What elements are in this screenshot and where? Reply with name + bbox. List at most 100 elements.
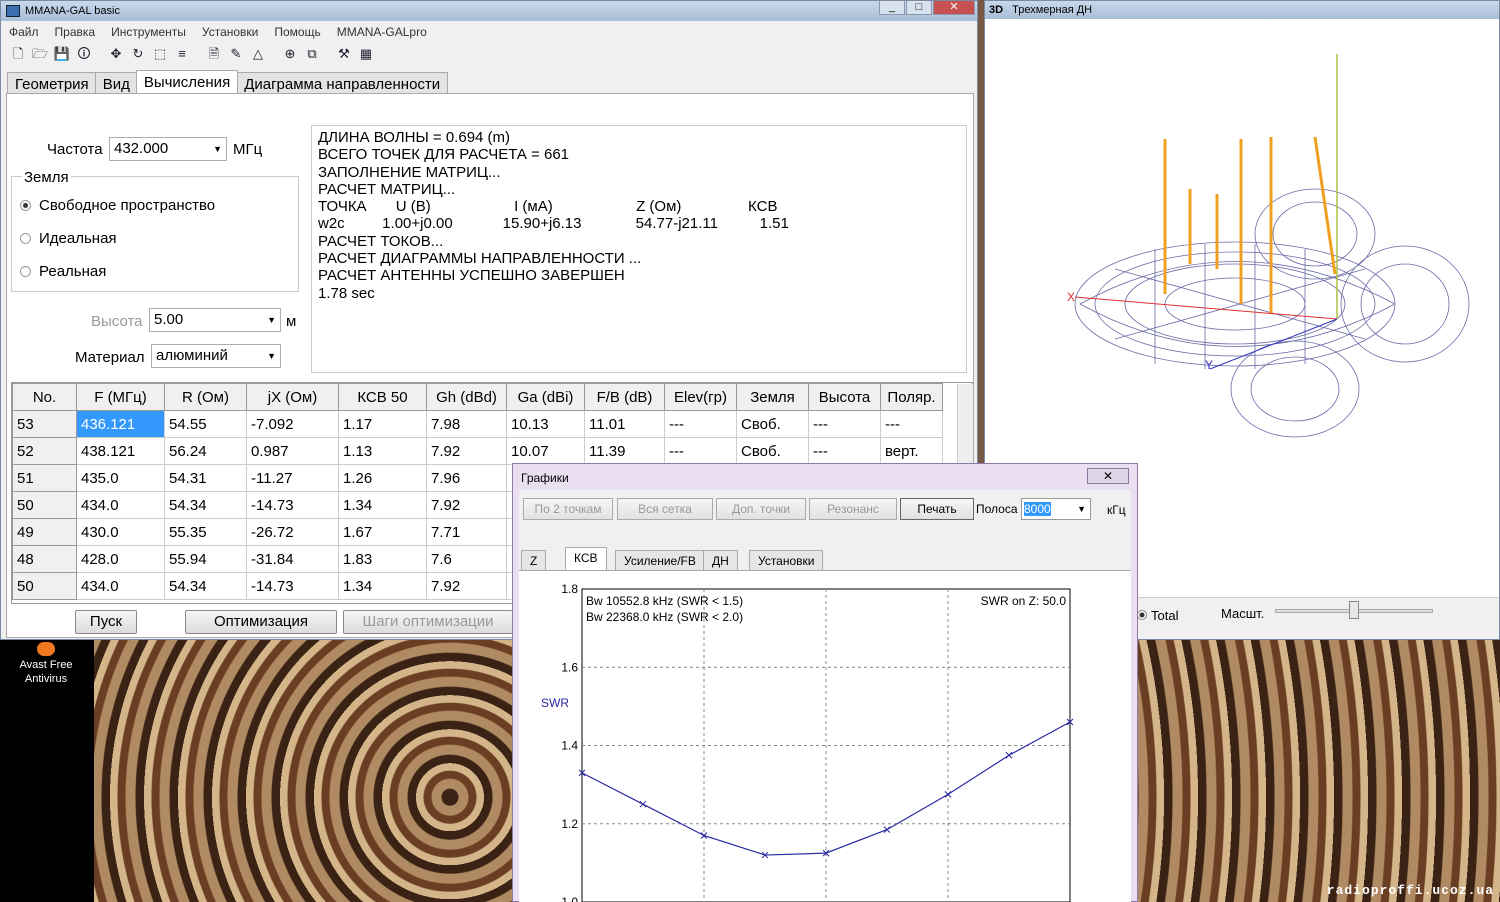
table-cell[interactable]: ---	[664, 437, 737, 465]
table-cell[interactable]: 7.92	[426, 437, 507, 465]
table-cell[interactable]: 53	[12, 410, 77, 438]
menu-pro[interactable]: MMANA-GALpro	[329, 21, 435, 43]
tab-settings[interactable]: Установки	[749, 550, 824, 570]
menu-settings[interactable]: Установки	[194, 21, 266, 43]
table-cell[interactable]: 54.34	[164, 491, 247, 519]
table-cell[interactable]: 50	[12, 491, 77, 519]
table-cell[interactable]: 1.17	[338, 410, 427, 438]
table-cell[interactable]: 55.35	[164, 518, 247, 546]
table-cell[interactable]: 7.92	[426, 572, 507, 600]
triangle-icon[interactable]: △	[249, 45, 267, 63]
table-cell[interactable]: ---	[880, 410, 943, 438]
freq-input[interactable]: 432.000 ▼	[109, 137, 227, 161]
column-header[interactable]: No.	[12, 383, 77, 411]
table-cell[interactable]: -14.73	[246, 572, 339, 600]
table-cell[interactable]: Своб.	[736, 437, 809, 465]
column-header[interactable]: R (Ом)	[164, 383, 247, 411]
rotate-icon[interactable]: ↻	[129, 45, 147, 63]
column-header[interactable]: Elev(гр)	[664, 383, 737, 411]
maximize-button[interactable]: □	[906, 1, 932, 15]
grid-icon[interactable]: ≡	[173, 45, 191, 63]
table-cell[interactable]: 10.07	[506, 437, 585, 465]
table-cell[interactable]: 54.31	[164, 464, 247, 492]
column-header[interactable]: jX (Ом)	[246, 383, 339, 411]
table-cell[interactable]: 49	[12, 518, 77, 546]
column-header[interactable]: F (МГц)	[76, 383, 165, 411]
table-cell[interactable]: 7.6	[426, 545, 507, 573]
table-cell[interactable]: 435.0	[76, 464, 165, 492]
table-cell[interactable]: -14.73	[246, 491, 339, 519]
table-cell[interactable]: 436.121	[76, 410, 165, 438]
menu-file[interactable]: Файл	[1, 21, 47, 43]
two-points-button[interactable]: По 2 точкам	[523, 498, 613, 520]
table-cell[interactable]: 55.94	[164, 545, 247, 573]
table-cell[interactable]: 52	[12, 437, 77, 465]
table-cell[interactable]: 434.0	[76, 491, 165, 519]
resonance-button[interactable]: Резонанс	[809, 498, 897, 520]
table-cell[interactable]: ---	[664, 410, 737, 438]
column-header[interactable]: Поляр.	[880, 383, 943, 411]
table-cell[interactable]: 428.0	[76, 545, 165, 573]
info-icon[interactable]: 🛈	[75, 45, 93, 63]
table-cell[interactable]: 10.13	[506, 410, 585, 438]
table-cell[interactable]: 50	[12, 572, 77, 600]
target-icon[interactable]: ⊕	[281, 45, 299, 63]
menu-edit[interactable]: Правка	[47, 21, 104, 43]
graphs-titlebar[interactable]: Графики	[513, 464, 1137, 490]
table-cell[interactable]: 438.121	[76, 437, 165, 465]
table-cell[interactable]: 56.24	[164, 437, 247, 465]
table-cell[interactable]: 7.96	[426, 464, 507, 492]
radio-perfect[interactable]: Идеальная	[20, 230, 117, 247]
select-icon[interactable]: ⬚	[151, 45, 169, 63]
minimize-button[interactable]: _	[879, 1, 905, 15]
band-input[interactable]: 8000 ▼	[1021, 498, 1091, 520]
column-header[interactable]: КСВ 50	[338, 383, 427, 411]
close-button[interactable]: ✕	[933, 1, 975, 15]
new-file-icon[interactable]: 🗋	[9, 45, 27, 63]
copy-icon[interactable]: ⧉	[303, 45, 321, 63]
table-cell[interactable]: 1.26	[338, 464, 427, 492]
tab-geometry[interactable]: Геометрия	[7, 72, 97, 95]
menu-help[interactable]: Помощь	[266, 21, 328, 43]
table-cell[interactable]: 1.34	[338, 491, 427, 519]
table-cell[interactable]: 7.71	[426, 518, 507, 546]
column-header[interactable]: Высота	[808, 383, 881, 411]
table-cell[interactable]: 11.01	[584, 410, 665, 438]
column-header[interactable]: Gh (dBd)	[426, 383, 507, 411]
column-header[interactable]: Ga (dBi)	[506, 383, 585, 411]
calculator-icon[interactable]: ▦	[357, 45, 375, 63]
open-folder-icon[interactable]: 🗁	[31, 45, 49, 63]
optimization-steps-button[interactable]: Шаги оптимизации	[343, 610, 513, 634]
run-button[interactable]: Пуск	[75, 610, 137, 634]
table-row[interactable]: 53 436.121 54.55 -7.092 1.17 7.98 10.13 11.01 --…	[12, 410, 943, 438]
extra-points-button[interactable]: Доп. точки	[716, 498, 806, 520]
window-3d-titlebar[interactable]: 3D Трехмерная ДН	[985, 1, 1499, 19]
table-row[interactable]: 52 438.121 56.24 0.987 1.13 7.92 10.07 11.39 ---…	[12, 437, 943, 465]
table-cell[interactable]: -31.84	[246, 545, 339, 573]
main-titlebar[interactable]: MMANA-GAL basic _ □ ✕	[1, 1, 977, 21]
table-cell[interactable]: 0.987	[246, 437, 339, 465]
table-cell[interactable]: 434.0	[76, 572, 165, 600]
table-cell[interactable]: 1.83	[338, 545, 427, 573]
radio-real[interactable]: Реальная	[20, 263, 106, 280]
column-header[interactable]: Земля	[736, 383, 809, 411]
table-cell[interactable]: 7.98	[426, 410, 507, 438]
tab-pattern[interactable]: Диаграмма направленности	[236, 72, 449, 95]
table-cell[interactable]: -11.27	[246, 464, 339, 492]
full-grid-button[interactable]: Вся сетка	[617, 498, 713, 520]
print-button[interactable]: Печать	[900, 498, 974, 520]
table-cell[interactable]: -26.72	[246, 518, 339, 546]
menu-tools[interactable]: Инструменты	[103, 21, 194, 43]
height-input[interactable]: 5.00 ▼	[149, 308, 281, 332]
material-select[interactable]: алюминий ▼	[151, 344, 281, 368]
page-icon[interactable]: 🗎	[205, 45, 223, 63]
move-icon[interactable]: ✥	[107, 45, 125, 63]
table-cell[interactable]: верт.	[880, 437, 943, 465]
table-cell[interactable]: 48	[12, 545, 77, 573]
optimize-button[interactable]: Оптимизация	[185, 610, 337, 634]
tab-view[interactable]: Вид	[94, 72, 138, 95]
table-cell[interactable]: ---	[808, 437, 881, 465]
table-cell[interactable]: ---	[808, 410, 881, 438]
table-cell[interactable]: 51	[12, 464, 77, 492]
tools-icon[interactable]: ⚒	[335, 45, 353, 63]
